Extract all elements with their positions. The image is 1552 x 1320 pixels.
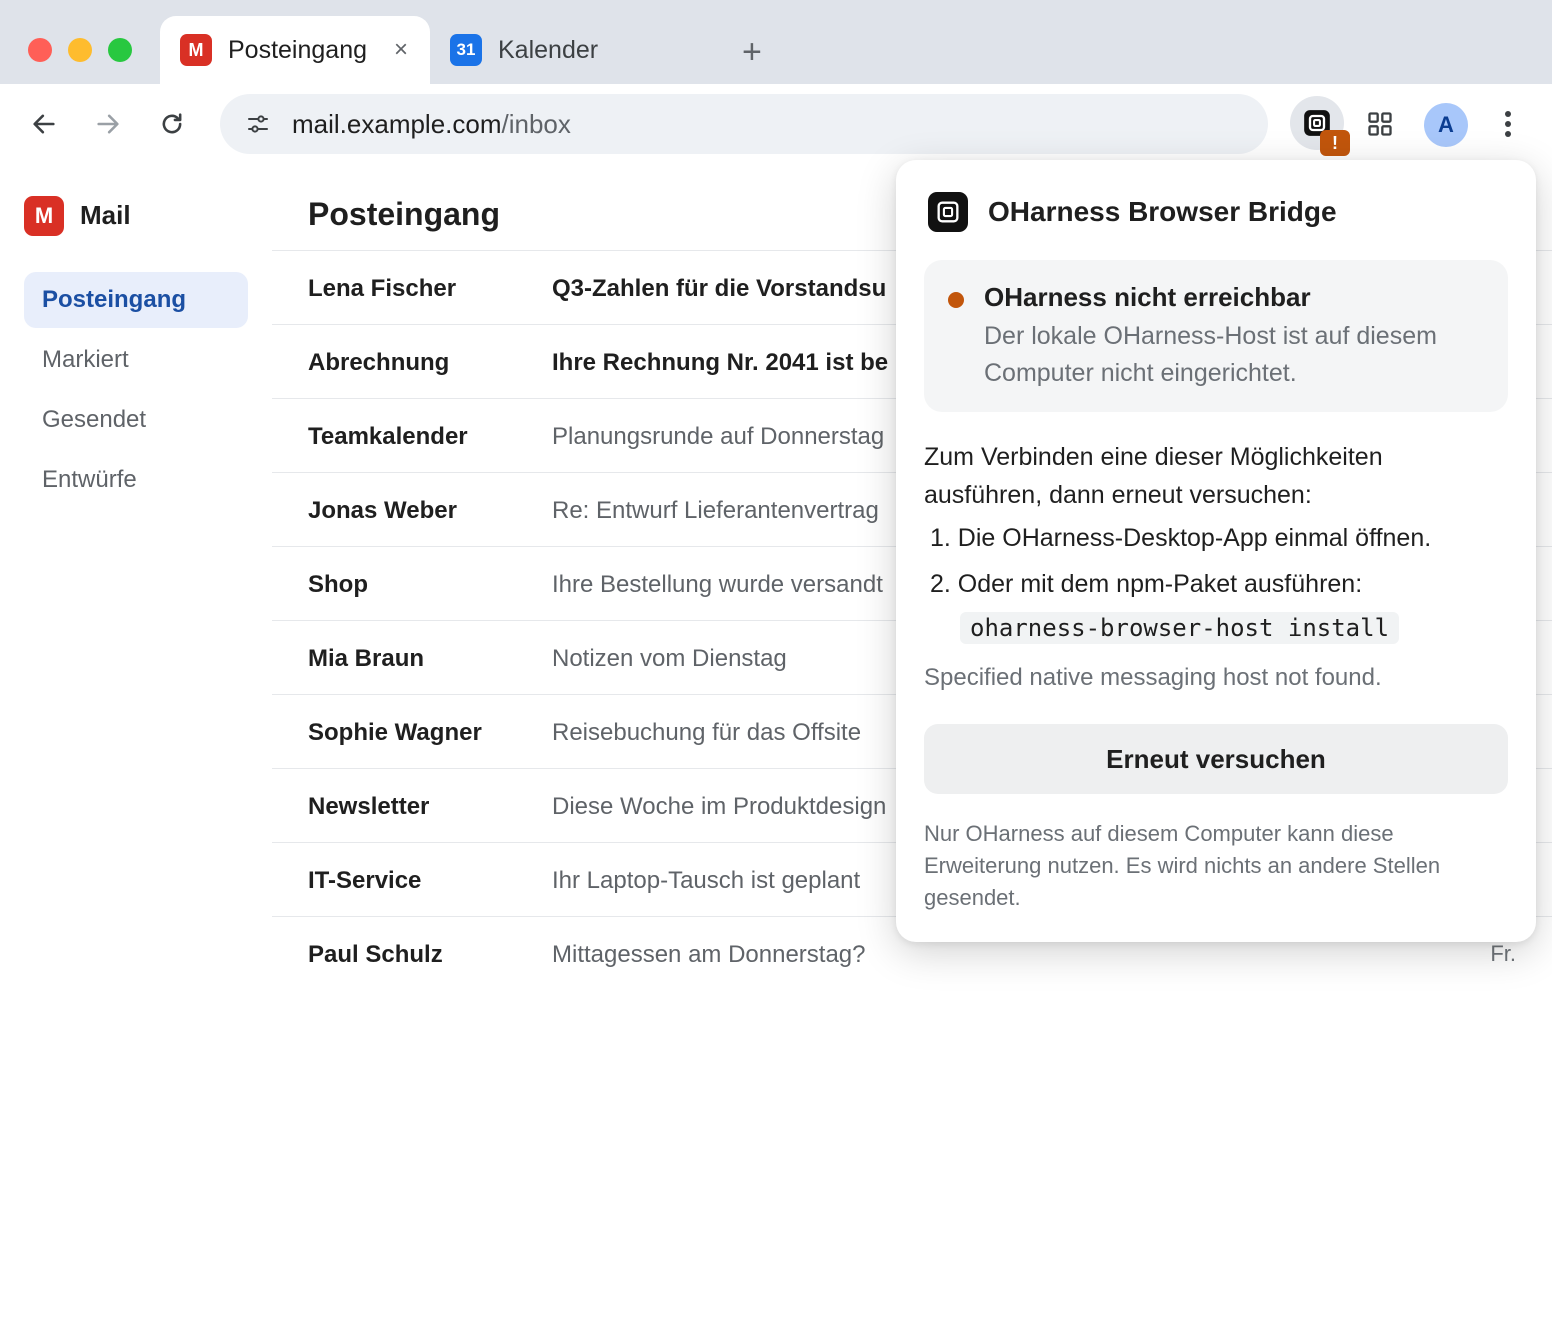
message-sender: IT-Service [308,867,422,894]
arrow-right-icon [97,114,119,134]
status-title: OHarness nicht erreichbar [984,282,1311,312]
maximize-window-button[interactable] [108,38,132,62]
browser-menu-button[interactable] [1488,104,1528,144]
sidebar-item-label: Entwürfe [42,466,137,493]
message-sender: Teamkalender [308,423,468,450]
tab-title: Posteingang [228,35,368,64]
sidebar-item-markiert[interactable]: Markiert [24,332,248,388]
url-host: mail.example.com [292,108,502,139]
tab-strip: M Posteingang × 31 Kalender + [0,0,1552,84]
step-1: 1. Die OHarness-Desktop-App einmal öffne… [930,524,1432,552]
site-settings-icon[interactable] [246,112,270,136]
message-subject: Reisebuchung für das Offsite [552,719,862,746]
message-subject: Q3-Zahlen für die Vorstandsu [552,275,887,302]
tab-close-icon[interactable]: × [394,36,408,64]
message-sender: Newsletter [308,793,430,820]
sidebar-item-label: Gesendet [42,406,147,433]
tab-kalender[interactable]: 31 Kalender [430,16,700,84]
reload-button[interactable] [152,104,192,144]
sidebar-item-label: Markiert [42,346,129,373]
message-sender: Jonas Weber [308,497,457,524]
puzzle-icon [1368,112,1392,136]
browser-toolbar: mail.example.com/inbox ! A [0,84,1552,164]
message-sender: Shop [308,571,368,598]
extension-popup: OHarness Browser Bridge OHarness nicht e… [896,160,1536,942]
message-subject: Mittagessen am Donnerstag? [552,941,866,968]
mail-favicon-icon: M [180,34,212,66]
oharness-logo-icon [928,192,968,232]
step-2: 2. Oder mit dem npm-Paket ausführen: [930,570,1363,598]
status-dot-icon [948,292,964,308]
status-description: Der lokale OHarness-Host ist auf diesem … [984,322,1437,387]
extensions-button[interactable] [1362,106,1398,142]
message-subject: Re: Entwurf Lieferantenvertrag [552,497,879,524]
forward-button[interactable] [88,104,128,144]
sidebar-item-posteingang[interactable]: Posteingang [24,272,248,328]
retry-button[interactable]: Erneut versuchen [924,724,1508,794]
calendar-favicon-icon: 31 [450,34,482,66]
sidebar-item-entwuerfe[interactable]: Entwürfe [24,452,248,508]
address-bar[interactable]: mail.example.com/inbox [220,94,1268,154]
message-sender: Paul Schulz [308,941,443,968]
message-sender: Mia Braun [308,645,425,672]
message-subject: Notizen vom Dienstag [552,645,787,672]
tab-posteingang[interactable]: M Posteingang × [160,16,430,84]
more-vertical-icon [1505,111,1511,137]
message-sender: Lena Fischer [308,275,457,302]
privacy-note: Nur OHarness auf diesem Computer kann di… [924,821,1441,910]
message-subject: Ihr Laptop-Tausch ist geplant [552,867,861,894]
tab-title: Kalender [498,35,599,64]
message-date: Fr. [1490,941,1516,966]
install-command[interactable]: oharness-browser-host install [960,612,1400,644]
message-subject: Diese Woche im Produktdesign [552,793,887,820]
popup-title: OHarness Browser Bridge [988,196,1337,227]
new-tab-button[interactable]: + [742,32,762,72]
status-box: OHarness nicht erreichbar Der lokale OHa… [924,260,1508,412]
message-subject: Ihre Bestellung wurde versandt [552,571,883,598]
sidebar-item-gesendet[interactable]: Gesendet [24,392,248,448]
arrow-left-icon [33,114,55,134]
app-logo: M [24,196,64,236]
error-message: Specified native messaging host not foun… [924,664,1382,691]
message-subject: Planungsrunde auf Donnerstag [552,423,885,450]
sidebar-item-label: Posteingang [42,286,187,313]
minimize-window-button[interactable] [68,38,92,62]
back-button[interactable] [24,104,64,144]
message-sender: Abrechnung [308,349,450,376]
profile-avatar[interactable]: A [1424,103,1468,147]
instructions-text: Zum Verbinden eine dieser Möglichkeiten … [924,443,1383,509]
close-window-button[interactable] [28,38,52,62]
page-title: Posteingang [308,196,501,232]
app-name: Mail [80,200,131,230]
url-path: /inbox [501,108,571,139]
message-sender: Sophie Wagner [308,719,482,746]
warning-badge: ! [1320,130,1350,156]
reload-icon [162,113,182,134]
message-subject: Ihre Rechnung Nr. 2041 ist be [552,349,889,376]
